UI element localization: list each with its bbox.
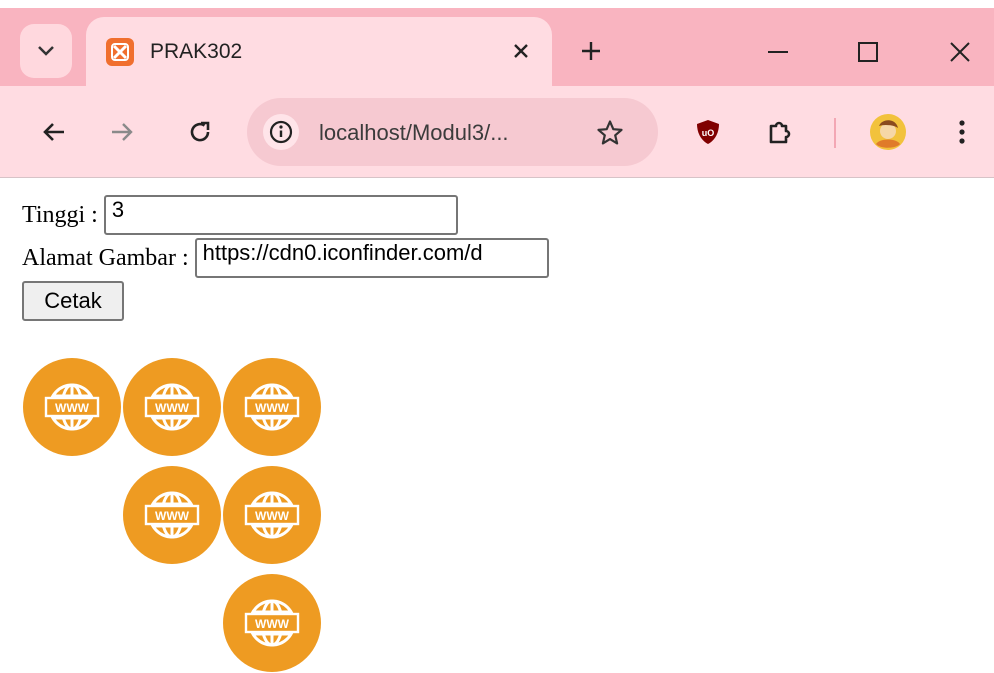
maximize-icon: [858, 42, 878, 62]
ublock-icon: uO: [697, 120, 719, 144]
tab-bar: PRAK302: [0, 8, 994, 95]
www-globe-icon: WWW: [223, 574, 321, 672]
xampp-favicon-icon: [106, 38, 134, 66]
www-icon-label: WWW: [155, 509, 190, 523]
address-url: localhost/Modul3/...: [319, 120, 509, 145]
svg-text:uO: uO: [702, 128, 715, 138]
browser-toolbar: localhost/Modul3/... uO: [0, 86, 994, 178]
back-button[interactable]: [32, 110, 76, 154]
tab-search-button[interactable]: [20, 24, 72, 78]
reload-button[interactable]: [178, 110, 222, 154]
www-globe-icon: WWW: [23, 358, 121, 456]
alamat-row: Alamat Gambar : https://cdn0.iconfinder.…: [22, 238, 549, 278]
top-strip: [0, 0, 994, 8]
www-globe-icon: WWW: [123, 466, 221, 564]
www-globe-icon: WWW: [223, 358, 321, 456]
maximize-button[interactable]: [846, 30, 890, 74]
www-globe-icon: WWW: [223, 466, 321, 564]
bookmark-star-icon[interactable]: [593, 116, 627, 150]
more-menu-button[interactable]: [940, 110, 984, 154]
address-bar[interactable]: localhost/Modul3/...: [247, 98, 658, 166]
tab-title: PRAK302: [150, 40, 243, 63]
close-window-button[interactable]: [938, 30, 982, 74]
profile-avatar[interactable]: [866, 110, 910, 154]
plus-icon: [582, 42, 600, 60]
reload-icon: [190, 121, 210, 142]
ublock-extension-button[interactable]: uO: [686, 110, 730, 154]
chevron-down-icon: [38, 46, 54, 56]
minimize-icon: [768, 51, 788, 53]
minimize-button[interactable]: [756, 30, 800, 74]
toolbar-divider: [834, 118, 836, 148]
www-icon-label: WWW: [55, 401, 90, 415]
www-icon-label: WWW: [255, 617, 290, 631]
tinggi-label: Tinggi :: [22, 201, 98, 228]
extensions-button[interactable]: [758, 110, 802, 154]
cetak-button[interactable]: Cetak: [22, 281, 124, 321]
new-tab-button[interactable]: [574, 34, 608, 68]
tinggi-input[interactable]: 3: [103, 195, 458, 235]
forward-button[interactable]: [100, 110, 144, 154]
www-icon-label: WWW: [255, 401, 290, 415]
alamat-gambar-label: Alamat Gambar :: [22, 244, 189, 271]
www-icon-label: WWW: [155, 401, 190, 415]
alamat-gambar-input[interactable]: https://cdn0.iconfinder.com/d: [194, 238, 549, 278]
forward-arrow-icon: [112, 123, 133, 141]
close-tab-icon[interactable]: [506, 36, 536, 66]
www-icon-label: WWW: [255, 509, 290, 523]
close-window-icon: [950, 42, 970, 62]
tab-prak302[interactable]: PRAK302: [86, 17, 552, 95]
www-globe-icon: WWW: [123, 358, 221, 456]
back-arrow-icon: [43, 123, 64, 141]
more-menu-icon: [959, 120, 965, 144]
tinggi-row: Tinggi : 3: [22, 195, 458, 235]
page-content: Tinggi : 3 Alamat Gambar : https://cdn0.…: [0, 178, 994, 672]
info-icon[interactable]: [263, 114, 299, 150]
extensions-icon: [769, 121, 791, 144]
